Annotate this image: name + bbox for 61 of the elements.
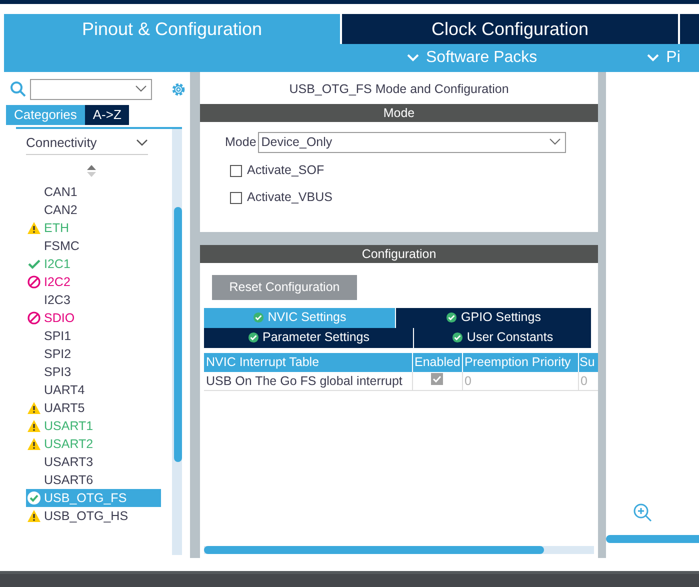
warning-icon xyxy=(27,437,41,451)
section-header: Configuration xyxy=(200,244,598,263)
peripheral-item[interactable]: CAN1 xyxy=(26,183,161,201)
mode-dropdown[interactable]: Device_Only xyxy=(258,132,566,153)
peripheral-item[interactable]: SDIO xyxy=(26,309,161,327)
tab[interactable]: Parameter Settings xyxy=(204,328,414,348)
chevron-down-icon xyxy=(646,53,660,63)
scrollbar[interactable] xyxy=(606,535,699,543)
checkbox[interactable] xyxy=(230,164,242,177)
field-label: Mode xyxy=(225,134,256,151)
peripheral-item[interactable]: USART6 xyxy=(26,471,161,489)
column-header: Enabled xyxy=(412,352,462,372)
checkbox-label[interactable]: Activate_VBUS xyxy=(247,188,332,208)
peripheral-item[interactable]: I2C3 xyxy=(26,291,161,309)
column-header: NVIC Interrupt Table xyxy=(204,352,412,372)
search-icon[interactable] xyxy=(10,81,26,97)
blocked-icon xyxy=(27,311,41,325)
chevron-down-icon xyxy=(549,138,562,146)
tab[interactable]: GPIO Settings xyxy=(396,308,592,328)
peripheral-item[interactable]: SPI3 xyxy=(26,363,161,381)
peripheral-item[interactable]: UART5 xyxy=(26,399,161,417)
peripheral-item[interactable]: SPI1 xyxy=(26,327,161,345)
peripheral-item[interactable]: USB_OTG_HS xyxy=(26,507,161,525)
check-icon xyxy=(27,491,41,505)
search-field[interactable] xyxy=(30,78,152,100)
warning-icon xyxy=(27,221,41,235)
check-circle-icon xyxy=(446,312,458,324)
check-circle-icon xyxy=(452,332,463,344)
check-circle-icon xyxy=(252,312,264,324)
scrollbar[interactable] xyxy=(204,546,594,554)
chevron-down-icon xyxy=(136,138,148,146)
category-dropdown[interactable]: Connectivity xyxy=(26,133,148,155)
table-cell: 0 xyxy=(462,372,578,391)
tab[interactable]: User Constants xyxy=(414,328,592,348)
zoom-in-icon[interactable] xyxy=(633,503,653,523)
tab[interactable]: Clock Configuration xyxy=(342,14,678,44)
warning-icon xyxy=(27,419,41,433)
table-cell: USB On The Go FS global interrupt xyxy=(204,372,412,391)
checkbox[interactable] xyxy=(230,192,242,204)
chevron-down-icon xyxy=(135,85,147,93)
column-header: Su xyxy=(578,352,598,372)
peripheral-item[interactable]: I2C2 xyxy=(26,273,161,291)
peripheral-item[interactable]: SPI2 xyxy=(26,345,161,363)
peripheral-item[interactable]: FSMC xyxy=(26,237,161,255)
sort-icon[interactable] xyxy=(87,165,96,177)
check-circle-icon xyxy=(248,332,258,344)
warning-icon xyxy=(27,401,41,415)
check-icon xyxy=(27,257,41,271)
warning-icon xyxy=(27,509,41,523)
checkbox-label[interactable]: Activate_SOF xyxy=(247,161,324,180)
tab[interactable]: A->Z xyxy=(84,105,130,125)
checkbox[interactable] xyxy=(431,372,443,384)
settings-icon[interactable] xyxy=(170,80,187,98)
column-header: Preemption Priority xyxy=(462,352,578,372)
peripheral-item[interactable]: USART3 xyxy=(26,453,161,471)
blocked-icon xyxy=(27,275,41,289)
peripheral-item[interactable]: CAN2 xyxy=(26,201,161,219)
peripheral-item[interactable]: UART4 xyxy=(26,381,161,399)
scrollbar[interactable] xyxy=(172,129,182,555)
chevron-down-icon xyxy=(406,53,420,63)
section-header: Mode xyxy=(200,104,598,122)
